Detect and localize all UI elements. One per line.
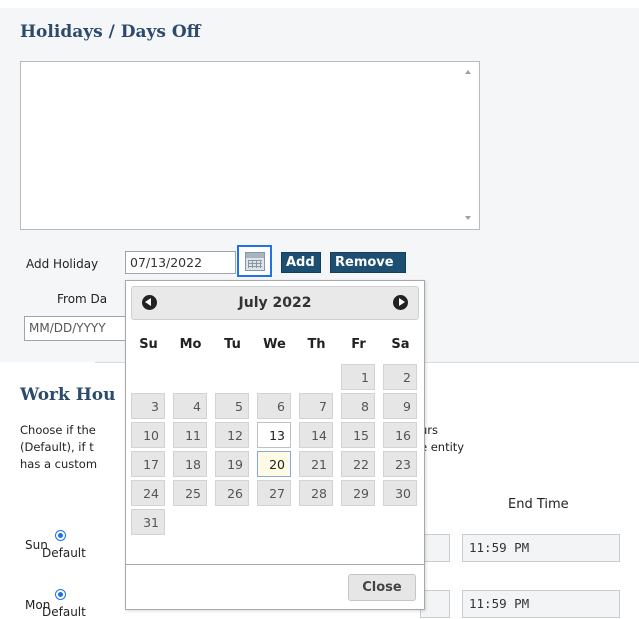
calendar-day-11[interactable]: 11 bbox=[173, 422, 207, 448]
add-holiday-label: Add Holiday bbox=[26, 257, 99, 271]
scroll-down-arrow-icon[interactable] bbox=[465, 216, 471, 220]
calendar-day-14[interactable]: 14 bbox=[299, 422, 333, 448]
scroll-up-arrow-icon[interactable] bbox=[465, 70, 471, 74]
calendar-day-13[interactable]: 13 bbox=[257, 422, 291, 448]
calendar-day-22[interactable]: 22 bbox=[341, 451, 375, 477]
datepicker-calendar: July 2022 Su Mo Tu We Th Fr Sa 1 2 3 4 5 6 7 8 9 10 11 12… bbox=[125, 280, 425, 610]
weekday-header: Sa bbox=[391, 337, 410, 352]
default-radio-mon[interactable] bbox=[55, 589, 66, 600]
calendar-day-6[interactable]: 6 bbox=[257, 393, 291, 419]
calendar-day-10[interactable]: 10 bbox=[131, 422, 165, 448]
calendar-day-15[interactable]: 15 bbox=[341, 422, 375, 448]
calendar-day-5[interactable]: 5 bbox=[215, 393, 249, 419]
calendar-day-7[interactable]: 7 bbox=[299, 393, 333, 419]
calendar-day-26[interactable]: 26 bbox=[215, 480, 249, 506]
calendar-day-3[interactable]: 3 bbox=[131, 393, 165, 419]
calendar-day-31[interactable]: 31 bbox=[131, 509, 165, 535]
calendar-day-16[interactable]: 16 bbox=[383, 422, 417, 448]
calendar-day-2[interactable]: 2 bbox=[383, 364, 417, 390]
next-month-icon[interactable] bbox=[393, 295, 408, 310]
from-date-label: From Da bbox=[57, 292, 108, 306]
default-option-label: Default bbox=[42, 605, 86, 619]
calendar-day-27[interactable]: 27 bbox=[257, 480, 291, 506]
calendar-icon bbox=[245, 252, 265, 271]
calendar-day-24[interactable]: 24 bbox=[131, 480, 165, 506]
calendar-day-9[interactable]: 9 bbox=[383, 393, 417, 419]
calendar-day-28[interactable]: 28 bbox=[299, 480, 333, 506]
calendar-close-button[interactable]: Close bbox=[348, 574, 416, 601]
default-option-label: Default bbox=[42, 546, 86, 560]
calendar-day-25[interactable]: 25 bbox=[173, 480, 207, 506]
description-line: urs bbox=[420, 423, 439, 437]
top-strip bbox=[0, 0, 639, 8]
calendar-month-title: July 2022 bbox=[238, 295, 312, 311]
holiday-date-input[interactable] bbox=[125, 251, 236, 274]
weekday-header: Mo bbox=[179, 337, 202, 352]
calendar-header: July 2022 bbox=[131, 286, 419, 320]
weekday-header: Tu bbox=[224, 337, 241, 352]
calendar-day-12[interactable]: 12 bbox=[215, 422, 249, 448]
default-radio-sun[interactable] bbox=[55, 530, 66, 541]
calendar-footer-divider bbox=[126, 564, 424, 565]
calendar-day-8[interactable]: 8 bbox=[341, 393, 375, 419]
calendar-button[interactable] bbox=[237, 245, 272, 277]
calendar-day-1[interactable]: 1 bbox=[341, 364, 375, 390]
end-time-header: End Time bbox=[508, 497, 569, 512]
weekday-header: Su bbox=[139, 337, 158, 352]
calendar-day-21[interactable]: 21 bbox=[299, 451, 333, 477]
end-time-input-mon[interactable]: 11:59 PM bbox=[462, 590, 620, 618]
calendar-day-19[interactable]: 19 bbox=[215, 451, 249, 477]
calendar-day-17[interactable]: 17 bbox=[131, 451, 165, 477]
calendar-day-29[interactable]: 29 bbox=[341, 480, 375, 506]
calendar-day-4[interactable]: 4 bbox=[173, 393, 207, 419]
calendar-day-18[interactable]: 18 bbox=[173, 451, 207, 477]
calendar-day-30[interactable]: 30 bbox=[383, 480, 417, 506]
add-button[interactable]: Add bbox=[281, 252, 321, 273]
holidays-title: Holidays / Days Off bbox=[20, 22, 201, 42]
weekday-header: Fr bbox=[351, 337, 366, 352]
description-line: e entity bbox=[420, 440, 465, 454]
remove-button[interactable]: Remove bbox=[330, 252, 406, 273]
weekday-header: Th bbox=[307, 337, 326, 352]
work-hours-title: Work Hou bbox=[20, 385, 116, 405]
calendar-day-20[interactable]: 20 bbox=[257, 451, 291, 477]
weekday-header: We bbox=[263, 337, 286, 352]
end-time-input-sun[interactable]: 11:59 PM bbox=[462, 534, 620, 562]
work-hours-description-right: urs e entity bbox=[420, 422, 464, 456]
calendar-day-23[interactable]: 23 bbox=[383, 451, 417, 477]
holidays-listbox[interactable] bbox=[20, 61, 480, 230]
